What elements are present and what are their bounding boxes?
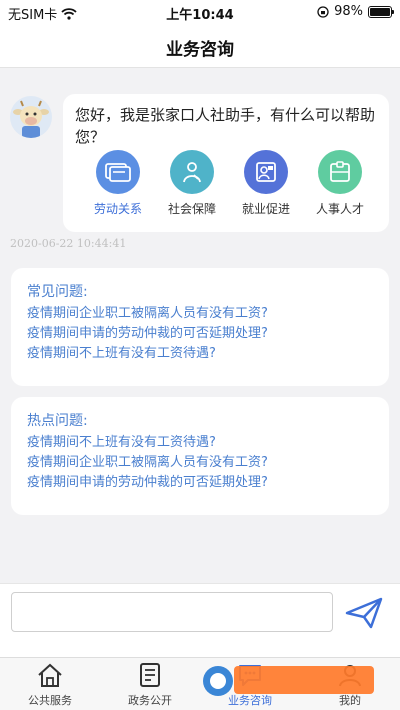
cow-mascot-icon <box>13 100 49 138</box>
tab-label: 政务公开 <box>128 694 172 707</box>
quick-action-label: 社会保障 <box>167 202 216 216</box>
bot-message-bubble: 您好，我是张家口人社助手，有什么可以帮助您？ 劳动关系 社会保障 就业促进 人事… <box>63 94 389 232</box>
battery-icon <box>368 5 394 18</box>
faq-title: 常见问题: <box>27 284 88 300</box>
quick-action-labor-relations[interactable]: 劳动关系 <box>83 150 153 217</box>
status-bar: 无SIM卡 上午10:44 98% <box>0 0 400 24</box>
hot-topics-title: 热点问题: <box>27 413 88 429</box>
battery-percent: 98% <box>334 4 363 19</box>
faq-question-link[interactable]: 疫情期间不上班有没有工资待遇? <box>27 344 373 364</box>
hot-question-link[interactable]: 疫情期间企业职工被隔离人员有没有工资? <box>27 453 373 473</box>
hot-question-link[interactable]: 疫情期间申请的劳动仲裁的可否延期处理? <box>27 473 373 493</box>
employment-icon <box>244 150 288 194</box>
quick-action-personnel[interactable]: 人事人才 <box>305 150 375 217</box>
quick-action-label: 就业促进 <box>241 202 290 216</box>
nav-bar: 业务咨询 <box>0 24 400 68</box>
document-icon <box>140 663 160 687</box>
quick-action-employment[interactable]: 就业促进 <box>231 150 301 217</box>
message-input-bar <box>0 583 400 657</box>
send-button[interactable] <box>344 596 384 630</box>
bot-avatar <box>10 96 52 138</box>
hot-question-link[interactable]: 疫情期间不上班有没有工资待遇? <box>27 433 373 453</box>
hot-topics-card: 热点问题: 疫情期间不上班有没有工资待遇? 疫情期间企业职工被隔离人员有没有工资… <box>11 397 389 515</box>
home-icon <box>38 663 62 687</box>
faq-question-link[interactable]: 疫情期间企业职工被隔离人员有没有工资? <box>27 304 373 324</box>
quick-action-social-security[interactable]: 社会保障 <box>157 150 227 217</box>
labor-relations-icon <box>96 150 140 194</box>
send-icon <box>345 597 383 629</box>
faq-question-link[interactable]: 疫情期间申请的劳动仲裁的可否延期处理? <box>27 324 373 344</box>
tab-label: 公共服务 <box>28 694 72 707</box>
quick-action-label: 人事人才 <box>315 202 364 216</box>
page-title: 业务咨询 <box>166 40 234 60</box>
orientation-lock-icon <box>317 5 329 18</box>
quick-action-label: 劳动关系 <box>93 202 142 216</box>
tab-government-affairs[interactable]: 政务公开 <box>100 662 200 708</box>
personnel-icon <box>318 150 362 194</box>
welcome-message: 您好，我是张家口人社助手，有什么可以帮助您？ <box>75 106 376 146</box>
faq-card: 常见问题: 疫情期间企业职工被隔离人员有没有工资? 疫情期间申请的劳动仲裁的可否… <box>11 268 389 386</box>
message-input[interactable] <box>11 592 333 632</box>
tab-public-services[interactable]: 公共服务 <box>0 662 100 708</box>
message-timestamp: 2020-06-22 10:44:41 <box>10 237 127 250</box>
social-security-icon <box>170 150 214 194</box>
site-watermark-logo <box>203 666 374 696</box>
